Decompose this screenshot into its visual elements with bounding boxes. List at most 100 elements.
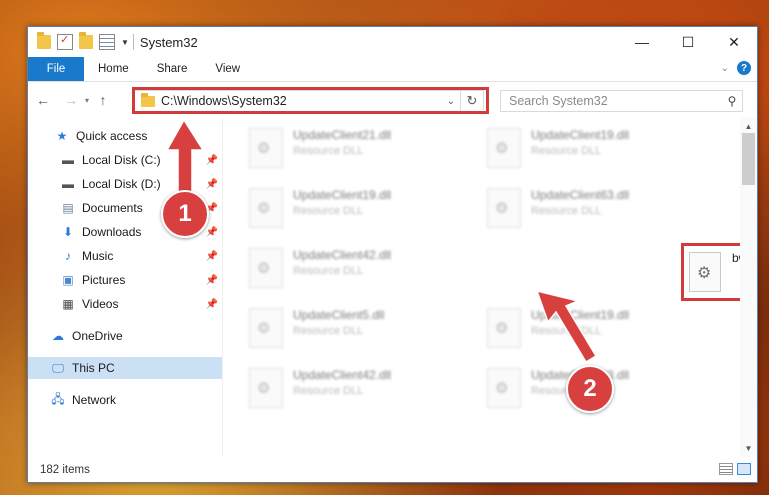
file-name: UpdateClient42.dll [293, 368, 392, 382]
nav-videos[interactable]: ▦ Videos 📌 [28, 293, 222, 315]
dll-file-icon [487, 188, 521, 228]
status-bar: 182 items [28, 457, 757, 482]
file-list: UpdateClient21.dll Resource DLL UpdateCli… [223, 118, 757, 457]
file-item[interactable]: UpdateClient19.dll Resource DLL [461, 304, 681, 360]
address-dropdown-chevron-icon[interactable]: ⌄ [441, 95, 460, 107]
drive-icon: ▬ [62, 177, 74, 191]
nav-label: Quick access [76, 129, 148, 143]
vertical-scrollbar[interactable]: ▲ ▼ [740, 118, 757, 457]
item-count: 182 items [40, 463, 90, 476]
nav-label: Network [72, 393, 117, 407]
search-box[interactable]: ⚲ [500, 90, 743, 112]
dll-file-icon [249, 368, 283, 408]
details-view-icon[interactable] [719, 463, 733, 475]
ribbon-tabs: File Home Share View ⌄ ? [28, 57, 757, 82]
star-icon: ★ [56, 129, 68, 143]
nav-local-disk-c[interactable]: ▬ Local Disk (C:) 📌 [28, 149, 222, 171]
nav-label: Downloads [82, 225, 142, 239]
scroll-thumb[interactable] [742, 133, 755, 185]
file-item[interactable]: UpdateClient21.dll Resource DLL [223, 124, 443, 180]
title-bar: ▼ System32 — ☐ ✕ [28, 27, 757, 57]
downloads-icon: ⬇ [62, 225, 74, 239]
tab-file[interactable]: File [28, 57, 84, 81]
file-type: Resource DLL [293, 385, 364, 397]
nav-label: OneDrive [72, 329, 123, 343]
address-bar[interactable]: C:\Windows\System32 ⌄ ↻ [134, 90, 484, 112]
nav-music[interactable]: ♪ Music 📌 [28, 245, 222, 267]
file-type: Resource DLL [531, 325, 602, 337]
file-item[interactable]: UpdateClient63.dll Resource DLL [461, 184, 681, 240]
file-item[interactable]: UpdateClient19.dll Resource DLL [461, 124, 681, 180]
file-item[interactable]: UpdateClient42.dll Resource DLL [223, 364, 443, 420]
dll-file-icon [487, 308, 521, 348]
pin-icon[interactable]: 📌 [206, 155, 218, 166]
up-arrow-icon[interactable]: ↑ [94, 92, 112, 108]
nav-quick-access[interactable]: ★ Quick access [28, 125, 222, 147]
back-arrow-icon[interactable]: ← [34, 92, 52, 108]
cloud-icon: ☁ [52, 329, 64, 343]
file-item[interactable]: UpdateClient42.dll Resource DLL [223, 244, 443, 300]
nav-onedrive[interactable]: ☁ OneDrive [28, 325, 222, 347]
pin-icon[interactable]: 📌 [206, 179, 218, 190]
nav-label: This PC [72, 361, 115, 375]
refresh-icon[interactable]: ↻ [460, 91, 483, 111]
pin-icon[interactable]: 📌 [206, 227, 218, 238]
file-type: Resource DLL [293, 325, 364, 337]
nav-network[interactable]: 🖧 Network [28, 389, 222, 411]
tab-view[interactable]: View [201, 57, 254, 81]
file-item[interactable]: UpdateClient5.dll Resource DLL [223, 304, 443, 360]
close-button[interactable]: ✕ [711, 27, 757, 57]
nav-label: Local Disk (D:) [82, 177, 161, 191]
dll-file-icon [249, 128, 283, 168]
file-name: UpdateClient5.dll [293, 308, 385, 322]
file-type: Resource DLL [293, 145, 364, 157]
nav-pictures[interactable]: ▣ Pictures 📌 [28, 269, 222, 291]
tab-share[interactable]: Share [143, 57, 202, 81]
folder-icon[interactable] [37, 32, 51, 49]
documents-icon: ▤ [62, 201, 74, 215]
videos-icon: ▦ [62, 297, 74, 311]
file-name: UpdateClient63.dll [531, 188, 630, 202]
recent-locations-chevron-icon[interactable]: ▾ [80, 96, 94, 105]
pin-icon[interactable]: 📌 [206, 251, 218, 262]
drive-icon: ▬ [62, 153, 74, 167]
address-path[interactable]: C:\Windows\System32 [161, 94, 441, 108]
nav-label: Pictures [82, 273, 126, 287]
scroll-down-arrow-icon[interactable]: ▼ [740, 440, 757, 457]
properties-icon[interactable] [57, 33, 73, 50]
help-icon[interactable]: ? [737, 61, 751, 75]
dll-file-icon [487, 128, 521, 168]
nav-label: Local Disk (C:) [82, 153, 161, 167]
ribbon-right-controls: ⌄ ? [721, 61, 751, 75]
pin-icon[interactable]: 📌 [206, 299, 218, 310]
nav-label: Documents [82, 201, 143, 215]
large-icons-view-icon[interactable] [737, 463, 751, 475]
forward-arrow-icon[interactable]: → [62, 92, 80, 108]
dll-file-icon [249, 248, 283, 288]
dll-file-icon [249, 188, 283, 228]
dll-file-icon [487, 368, 521, 408]
search-icon[interactable]: ⚲ [722, 94, 742, 108]
step-2-badge: 2 [566, 365, 614, 413]
computer-icon: 🖵 [52, 360, 64, 375]
step-1-badge: 1 [161, 190, 209, 238]
window-controls: — ☐ ✕ [619, 27, 757, 57]
search-input[interactable] [501, 93, 722, 109]
address-row: ← → ▾ ↑ C:\Windows\System32 ⌄ ↻ ⚲ [28, 82, 757, 118]
dll-file-icon [249, 308, 283, 348]
pin-icon[interactable]: 📌 [206, 275, 218, 286]
expand-ribbon-chevron-icon[interactable]: ⌄ [721, 63, 729, 74]
quick-access-toolbar: ▼ [37, 32, 129, 50]
view-icon[interactable] [99, 34, 115, 50]
music-icon: ♪ [65, 249, 71, 263]
maximize-button[interactable]: ☐ [665, 27, 711, 57]
file-item[interactable]: UpdateClient19.dll Resource DLL [223, 184, 443, 240]
customize-toolbar-arrow-icon[interactable]: ▼ [121, 38, 129, 47]
file-name: UpdateClient19.dll [293, 188, 392, 202]
new-folder-icon[interactable] [79, 32, 93, 49]
minimize-button[interactable]: — [619, 27, 665, 57]
file-name: UpdateClient42.dll [293, 248, 392, 262]
window-title: System32 [139, 34, 198, 50]
nav-this-pc[interactable]: 🖵 This PC [28, 357, 222, 379]
tab-home[interactable]: Home [84, 57, 143, 81]
